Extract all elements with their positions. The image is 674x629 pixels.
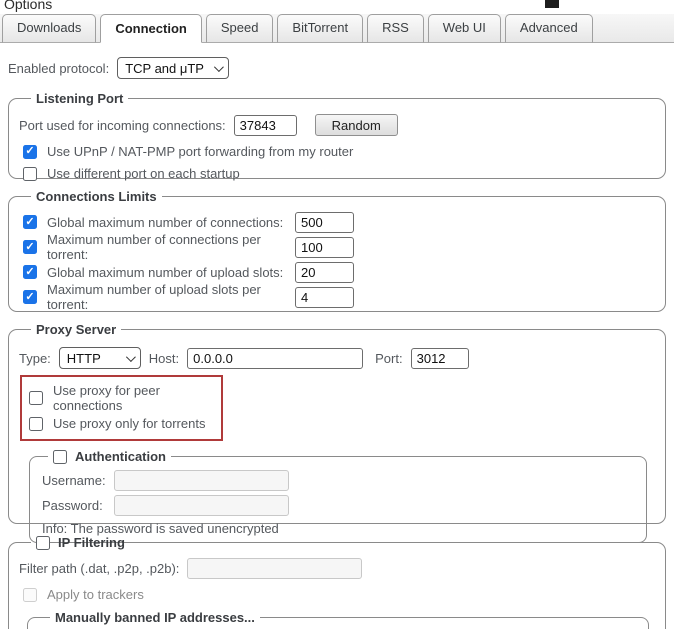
connections-per-torrent-input[interactable] <box>295 237 354 258</box>
proxy-port-label: Port: <box>375 351 402 366</box>
enabled-protocol-value: TCP and μTP <box>125 61 204 76</box>
listening-port-legend: Listening Port <box>31 91 128 106</box>
different-port-label: Use different port on each startup <box>47 166 240 181</box>
incoming-port-label: Port used for incoming connections: <box>19 118 226 133</box>
username-row: Username: <box>42 470 636 491</box>
different-port-row: Use different port on each startup <box>23 166 655 181</box>
proxy-port-input[interactable] <box>411 348 469 369</box>
chevron-down-icon <box>214 62 224 72</box>
global-upload-slots-label: Global maximum number of upload slots: <box>47 265 295 280</box>
proxy-peer-connections-checkbox[interactable] <box>29 391 43 405</box>
banned-ips-fieldset: Manually banned IP addresses... <box>27 610 649 629</box>
limit-row-connections-per-torrent: Maximum number of connections per torren… <box>23 237 655 257</box>
filter-path-row: Filter path (.dat, .p2p, .p2b): <box>19 558 655 579</box>
authentication-checkbox[interactable] <box>53 450 67 464</box>
tab-advanced[interactable]: Advanced <box>505 14 593 43</box>
chevron-down-icon <box>126 352 136 362</box>
apply-to-trackers-label: Apply to trackers <box>47 587 144 602</box>
proxy-host-input[interactable] <box>187 348 363 369</box>
banned-ips-legend: Manually banned IP addresses... <box>50 610 260 625</box>
upnp-label: Use UPnP / NAT-PMP port forwarding from … <box>47 144 353 159</box>
ip-filtering-checkbox[interactable] <box>36 536 50 550</box>
listening-port-fieldset: Listening Port Port used for incoming co… <box>8 91 666 179</box>
connections-limits-legend: Connections Limits <box>31 189 162 204</box>
password-unencrypted-info: Info: The password is saved unencrypted <box>42 521 636 536</box>
tab-strip: Downloads Connection Speed BitTorrent RS… <box>0 14 674 43</box>
limit-row-global-upload-slots: Global maximum number of upload slots: <box>23 262 655 282</box>
apply-to-trackers-checkbox <box>23 588 37 602</box>
incoming-port-input[interactable] <box>234 115 297 136</box>
proxy-server-fieldset: Proxy Server Type: HTTP Host: Port: Use … <box>8 322 666 524</box>
incoming-port-row: Port used for incoming connections: Rand… <box>19 114 655 136</box>
enabled-protocol-select[interactable]: TCP and μTP <box>117 57 229 79</box>
ip-filtering-legend: IP Filtering <box>31 535 130 550</box>
random-port-button[interactable]: Random <box>315 114 398 136</box>
proxy-type-label: Type: <box>19 351 51 366</box>
tab-webui[interactable]: Web UI <box>428 14 501 43</box>
window-title: Options <box>4 0 52 12</box>
connections-limits-fieldset: Connections Limits Global maximum number… <box>8 189 666 312</box>
limit-row-upload-slots-per-torrent: Maximum number of upload slots per torre… <box>23 287 655 307</box>
authentication-legend-label: Authentication <box>75 449 166 464</box>
limit-row-global-connections: Global maximum number of connections: <box>23 212 655 232</box>
upnp-checkbox[interactable] <box>23 145 37 159</box>
connections-per-torrent-checkbox[interactable] <box>23 240 37 254</box>
clipped-ui-fragment <box>545 0 559 8</box>
proxy-server-legend: Proxy Server <box>31 322 121 337</box>
global-upload-slots-input[interactable] <box>295 262 354 283</box>
global-connections-input[interactable] <box>295 212 354 233</box>
authentication-legend: Authentication <box>48 449 171 464</box>
filter-path-label: Filter path (.dat, .p2p, .p2b): <box>19 561 179 576</box>
global-connections-label: Global maximum number of connections: <box>47 215 295 230</box>
proxy-type-value: HTTP <box>67 351 101 366</box>
enabled-protocol-label: Enabled protocol: <box>8 61 109 76</box>
password-row: Password: <box>42 495 636 516</box>
different-port-checkbox[interactable] <box>23 167 37 181</box>
proxy-torrents-only-label: Use proxy only for torrents <box>53 416 205 431</box>
proxy-type-select[interactable]: HTTP <box>59 347 141 369</box>
upload-slots-per-torrent-label: Maximum number of upload slots per torre… <box>47 282 295 312</box>
username-label: Username: <box>42 473 114 488</box>
proxy-torrents-only-checkbox[interactable] <box>29 417 43 431</box>
apply-to-trackers-row: Apply to trackers <box>23 587 655 602</box>
upload-slots-per-torrent-input[interactable] <box>295 287 354 308</box>
proxy-peer-connections-label: Use proxy for peer connections <box>53 383 217 413</box>
enabled-protocol-row: Enabled protocol: TCP and μTP <box>8 57 674 79</box>
connections-per-torrent-label: Maximum number of connections per torren… <box>47 232 295 262</box>
proxy-host-label: Host: <box>149 351 179 366</box>
tab-connection[interactable]: Connection <box>100 14 202 43</box>
proxy-peer-connections-row: Use proxy for peer connections <box>29 383 217 413</box>
ip-filtering-legend-label: IP Filtering <box>58 535 125 550</box>
global-upload-slots-checkbox[interactable] <box>23 265 37 279</box>
authentication-fieldset: Authentication Username: Password: Info:… <box>29 449 647 543</box>
tab-rss[interactable]: RSS <box>367 14 424 43</box>
tab-speed[interactable]: Speed <box>206 14 274 43</box>
global-connections-checkbox[interactable] <box>23 215 37 229</box>
filter-path-input <box>187 558 362 579</box>
proxy-torrents-only-row: Use proxy only for torrents <box>29 416 217 431</box>
password-label: Password: <box>42 498 114 513</box>
proxy-config-row: Type: HTTP Host: Port: <box>19 347 655 369</box>
tab-bittorrent[interactable]: BitTorrent <box>277 14 363 43</box>
password-input <box>114 495 289 516</box>
tab-downloads[interactable]: Downloads <box>2 14 96 43</box>
connection-settings-panel: Enabled protocol: TCP and μTP Listening … <box>0 43 674 629</box>
ip-filtering-fieldset: IP Filtering Filter path (.dat, .p2p, .p… <box>8 535 666 629</box>
upload-slots-per-torrent-checkbox[interactable] <box>23 290 37 304</box>
username-input <box>114 470 289 491</box>
upnp-row: Use UPnP / NAT-PMP port forwarding from … <box>23 144 655 159</box>
red-annotation-box: Use proxy for peer connections Use proxy… <box>20 375 223 441</box>
tab-list: Downloads Connection Speed BitTorrent RS… <box>2 14 593 43</box>
